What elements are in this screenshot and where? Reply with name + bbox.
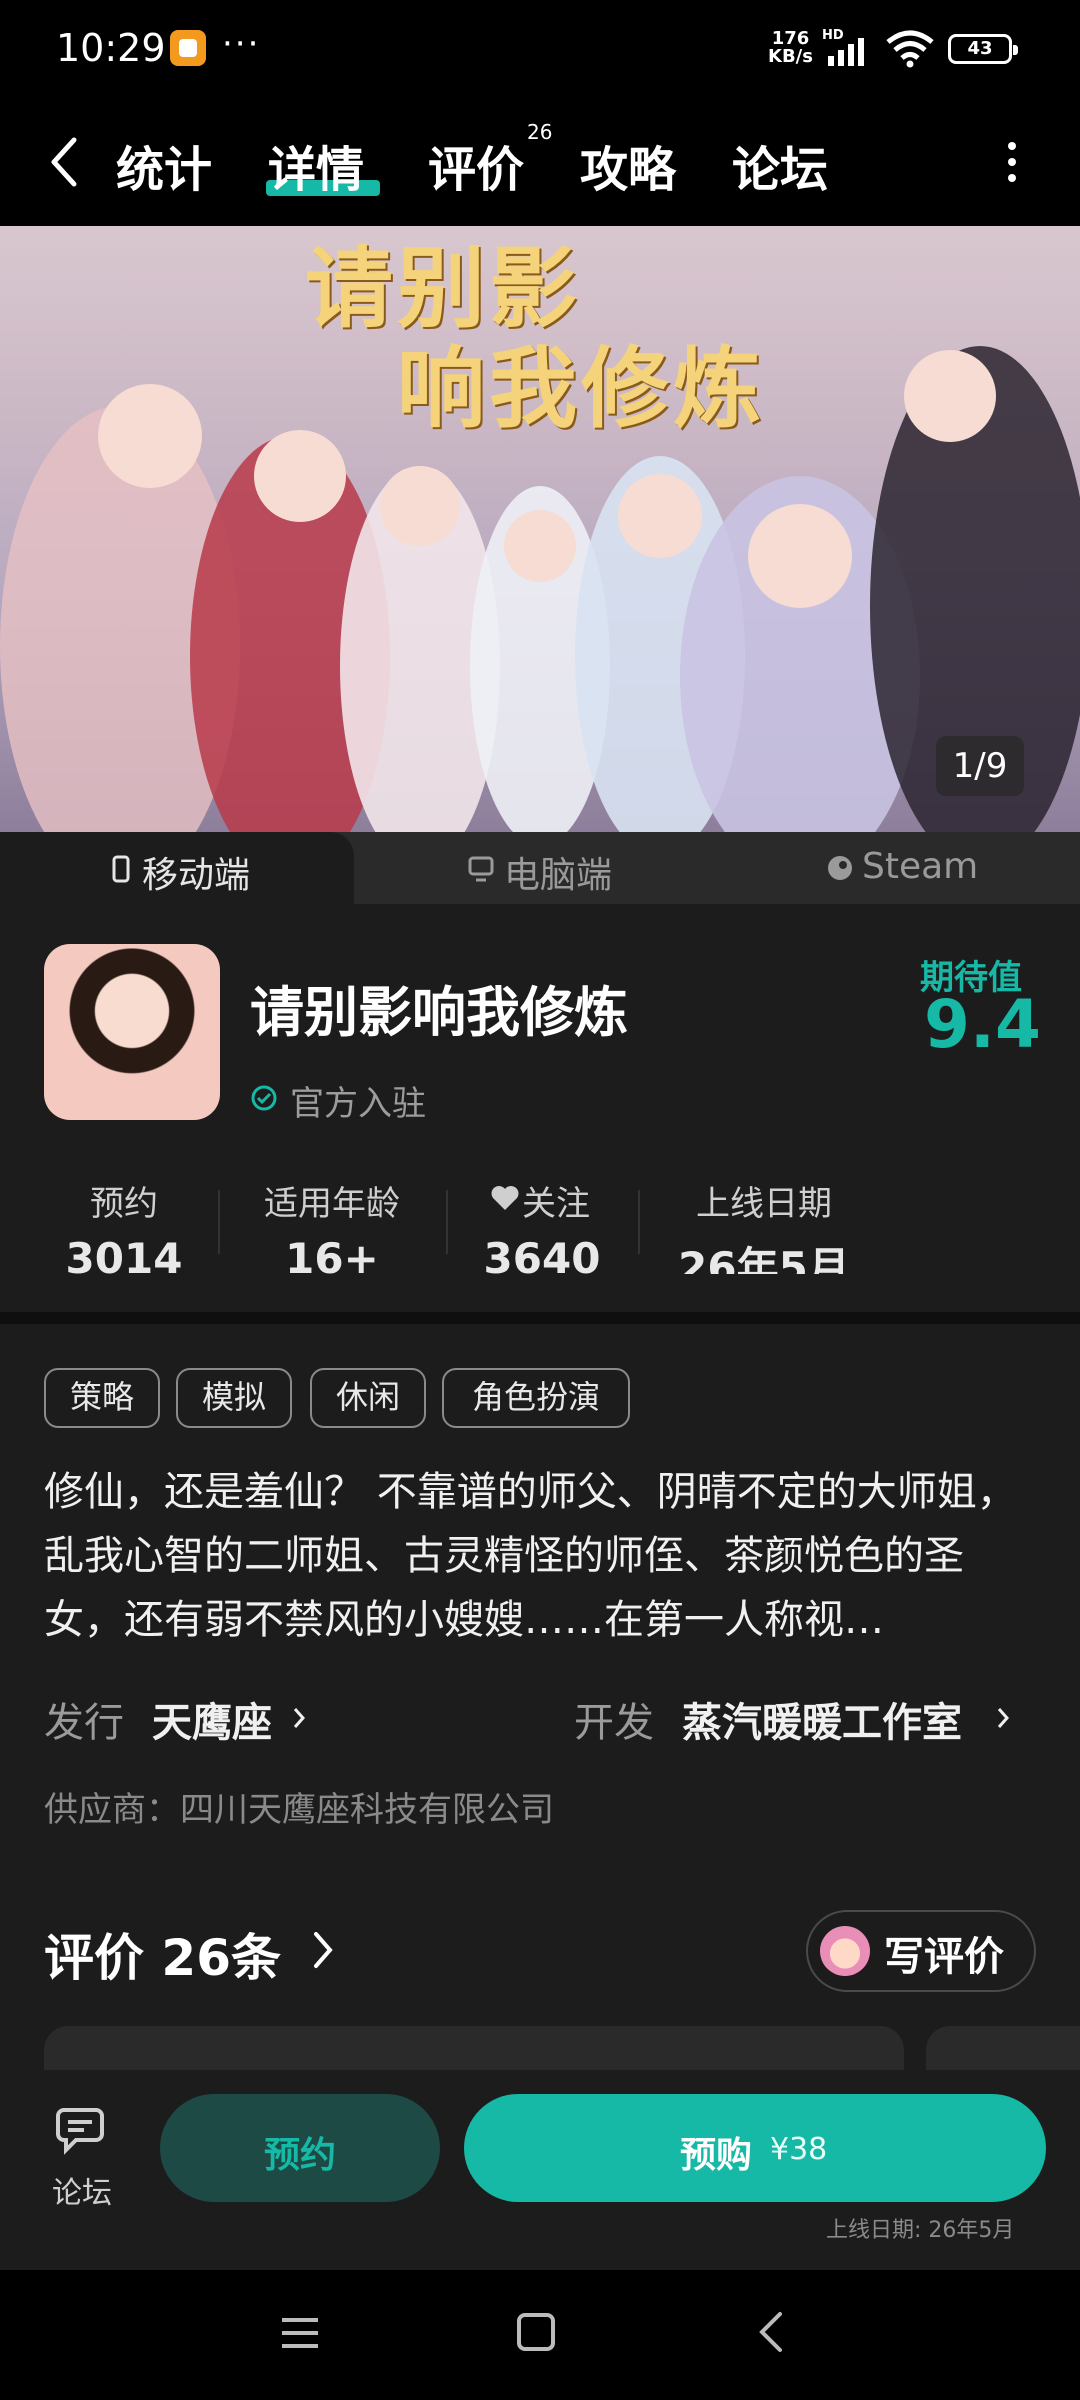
official-badge: 官方入驻 (290, 1084, 426, 1124)
tag-simulation[interactable]: 模拟 (176, 1368, 292, 1428)
stat-reservations-value: 3014 (65, 1234, 183, 1274)
heart-icon (491, 1186, 519, 1210)
forum-chat-icon[interactable] (56, 2104, 114, 2156)
write-review-label[interactable]: 写评价 (884, 1924, 1004, 1982)
developer-link[interactable]: 蒸汽暖暖工作室 (682, 1690, 962, 1748)
tab-details[interactable]: 详情 (268, 130, 364, 200)
tag-casual[interactable]: 休闲 (310, 1368, 426, 1428)
tab-stats[interactable]: 统计 (116, 130, 212, 200)
section-divider (0, 1312, 1080, 1324)
game-description[interactable]: 修仙，还是羞仙？ 不靠谱的师父、阴晴不定的大师姐，乱我心智的二师姐、古灵精怪的师… (44, 1460, 1040, 1652)
preorder-price[interactable]: ¥38 (770, 2132, 827, 2167)
tab-forum[interactable]: 论坛 (732, 130, 828, 200)
tag-roleplay[interactable]: 角色扮演 (442, 1368, 630, 1428)
stat-release-value: 26年5月 (678, 1243, 850, 1274)
preorder-button-label[interactable]: 预购 (680, 2126, 752, 2178)
network-speed: 176 KB/s (768, 30, 813, 66)
desktop-icon (468, 856, 494, 882)
banner-title-line-2: 响我修炼 (397, 336, 766, 440)
banner-title-line-1: 请别影 (305, 236, 582, 340)
app-notification-icon (170, 30, 206, 66)
reserve-button-label[interactable]: 预约 (160, 2126, 440, 2178)
avatar-icon (820, 1926, 870, 1976)
stat-age-label: 适用年龄 (264, 1184, 400, 1224)
stat-divider (446, 1190, 448, 1254)
status-time: 10:29 (56, 26, 166, 70)
stat-follow-value: 3640 (483, 1234, 601, 1274)
platform-tab-mobile[interactable]: 移动端 (142, 846, 250, 898)
publisher-key: 发行 (44, 1700, 124, 1746)
system-back-icon[interactable] (756, 2310, 786, 2354)
wifi-icon (886, 30, 934, 68)
back-arrow-icon[interactable] (48, 136, 78, 188)
tab-reviews[interactable]: 评价 (428, 130, 524, 200)
supplier-info: 供应商：四川天鹰座科技有限公司 (44, 1790, 554, 1830)
game-app-icon (44, 944, 220, 1120)
stat-divider (638, 1190, 640, 1254)
tab-guides[interactable]: 攻略 (580, 130, 676, 200)
battery-icon: 43 (948, 34, 1018, 64)
more-notifications-icon: ··· (222, 24, 261, 64)
stat-reservations-label: 预约 (90, 1184, 158, 1224)
review-count-badge: 26 (527, 120, 553, 144)
tag-strategy[interactable]: 策略 (44, 1368, 160, 1428)
mobile-icon (112, 855, 130, 883)
forum-label[interactable]: 论坛 (52, 2168, 112, 2212)
chevron-right-icon (997, 1708, 1010, 1728)
expectation-score: 9.4 (924, 986, 1041, 1063)
publisher-link[interactable]: 天鹰座 (152, 1690, 272, 1748)
chevron-right-icon (293, 1708, 306, 1728)
banner-page-indicator: 1/9 (936, 736, 1024, 796)
signal-icon (828, 38, 864, 66)
preorder-button[interactable] (464, 2094, 1046, 2202)
steam-icon (828, 856, 852, 880)
stat-follow-label: 关注 (522, 1184, 590, 1224)
game-title: 请别影响我修炼 (250, 981, 628, 1044)
home-icon[interactable] (516, 2312, 556, 2352)
recent-apps-icon[interactable] (280, 2316, 320, 2350)
stat-divider (218, 1190, 220, 1254)
release-date-note: 上线日期: 26年5月 (826, 2218, 1015, 2243)
platform-tab-steam[interactable]: Steam (862, 846, 978, 887)
network-speed-unit: KB/s (768, 46, 813, 67)
verified-check-icon (251, 1085, 277, 1111)
stat-release-label: 上线日期 (696, 1184, 832, 1224)
platform-tab-pc[interactable]: 电脑端 (504, 846, 612, 898)
more-menu-icon[interactable] (1006, 140, 1018, 184)
reviews-section-title[interactable]: 评价 26条 (44, 1918, 281, 1990)
stat-age-value: 16+ (285, 1234, 379, 1274)
banner-title-art: 请别影 响我修炼 (305, 238, 765, 438)
chevron-right-icon[interactable] (312, 1930, 334, 1970)
developer-key: 开发 (574, 1700, 654, 1746)
